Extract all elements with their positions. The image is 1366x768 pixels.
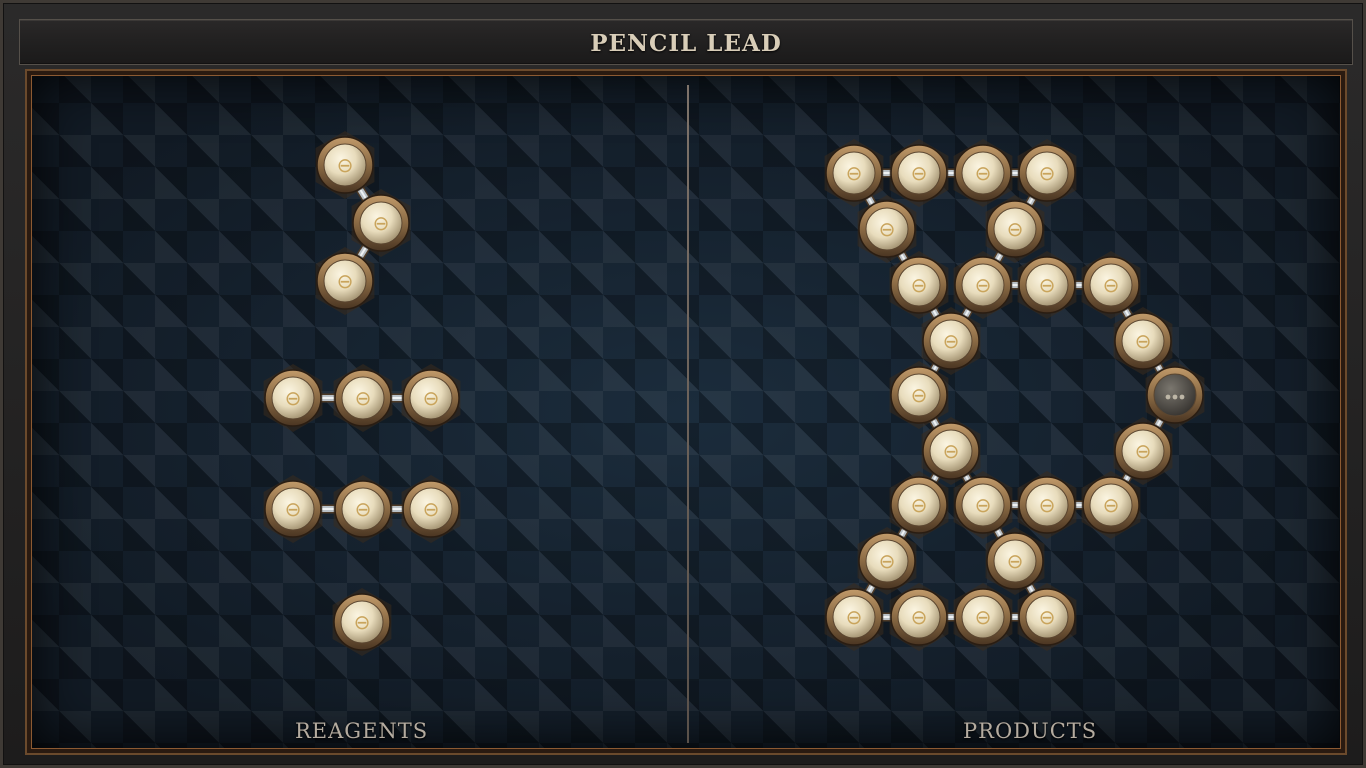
product-atom[interactable]: ⊖	[1017, 251, 1077, 319]
reagent-atom[interactable]: ⊖	[351, 189, 411, 257]
electron-glyph: ⊖	[911, 493, 928, 517]
panel-divider	[687, 85, 689, 743]
title-bar: PENCIL LEAD	[19, 19, 1353, 65]
reagents-label: REAGENTS	[295, 719, 429, 743]
reagent-atom[interactable]: ⊖	[401, 475, 461, 543]
electron-glyph: ⊖	[1103, 493, 1120, 517]
reagent-atom[interactable]: ⊖	[315, 247, 375, 315]
electron-glyph: ⊖	[975, 605, 992, 629]
electron-glyph: ⊖	[337, 269, 354, 293]
puzzle-board: ⊖ ⊖ ⊖ ⊖ ⊖ ⊖ ⊖ ⊖ ⊖ ⊖ ⊖ ⊖ ⊖ ⊖ ⊖ ⊖ ⊖ ⊖ ⊖ ⊖ ⊖ ⊖ ⊖ ⊖ ⊖ ⊖ ⊖ ⊖ ⊖ ⊖ ⊖ ⊖ ⊖ ⊖ ⊖ REAG…	[25, 69, 1347, 755]
electron-glyph: ⊖	[846, 605, 863, 629]
electron-glyph: ⊖	[1103, 273, 1120, 297]
electron-glyph: ⊖	[1135, 439, 1152, 463]
product-atom[interactable]: ⊖	[857, 527, 917, 595]
electron-glyph: ⊖	[943, 439, 960, 463]
product-atom[interactable]: ⊖	[953, 251, 1013, 319]
electron-glyph: ⊖	[354, 610, 371, 634]
reagent-atom[interactable]: ⊖	[263, 475, 323, 543]
product-atom[interactable]: ⊖	[953, 471, 1013, 539]
electron-glyph: ⊖	[943, 329, 960, 353]
product-atom[interactable]: ⊖	[889, 361, 949, 429]
product-atom[interactable]: ⊖	[1081, 251, 1141, 319]
electron-glyph: ⊖	[1135, 329, 1152, 353]
reagent-atom[interactable]: ⊖	[315, 131, 375, 199]
electron-glyph: ⊖	[1039, 273, 1056, 297]
product-atom[interactable]: ⊖	[921, 307, 981, 375]
product-atom[interactable]: ⊖	[889, 139, 949, 207]
electron-glyph: ⊖	[879, 217, 896, 241]
reagent-atom[interactable]: ⊖	[333, 364, 393, 432]
product-atom[interactable]: ⊖	[824, 583, 884, 651]
reagent-atom[interactable]: ⊖	[401, 364, 461, 432]
product-atom[interactable]: ⊖	[953, 139, 1013, 207]
reagent-atom[interactable]: ⊖	[332, 588, 392, 656]
product-atom[interactable]: ⊖	[889, 471, 949, 539]
electron-glyph: ⊖	[337, 153, 354, 177]
electron-glyph: ⊖	[975, 493, 992, 517]
reagent-atom[interactable]: ⊖	[333, 475, 393, 543]
electron-glyph: ⊖	[911, 273, 928, 297]
product-atom[interactable]: ⊖	[1017, 139, 1077, 207]
electron-glyph: ⊖	[975, 273, 992, 297]
product-atom[interactable]: ⊖	[857, 195, 917, 263]
electron-glyph: ⊖	[879, 549, 896, 573]
reagent-atom[interactable]: ⊖	[263, 364, 323, 432]
electron-glyph: ⊖	[285, 386, 302, 410]
empty-atom-slot[interactable]	[1145, 361, 1205, 429]
electron-glyph: ⊖	[355, 386, 372, 410]
electron-glyph: ⊖	[1039, 161, 1056, 185]
electron-glyph: ⊖	[355, 497, 372, 521]
puzzle-title: PENCIL LEAD	[590, 30, 782, 57]
electron-glyph: ⊖	[911, 605, 928, 629]
electron-glyph: ⊖	[846, 161, 863, 185]
product-atom[interactable]: ⊖	[953, 583, 1013, 651]
product-atom[interactable]: ⊖	[985, 527, 1045, 595]
product-atom[interactable]: ⊖	[889, 583, 949, 651]
product-atom[interactable]: ⊖	[1017, 583, 1077, 651]
electron-glyph: ⊖	[1039, 605, 1056, 629]
product-atom[interactable]: ⊖	[985, 195, 1045, 263]
electron-glyph: ⊖	[911, 383, 928, 407]
electron-glyph: ⊖	[911, 161, 928, 185]
electron-glyph: ⊖	[373, 211, 390, 235]
products-label: PRODUCTS	[963, 719, 1098, 743]
electron-glyph: ⊖	[1039, 493, 1056, 517]
product-atom[interactable]: ⊖	[1113, 417, 1173, 485]
product-atom[interactable]: ⊖	[1081, 471, 1141, 539]
electron-glyph: ⊖	[423, 386, 440, 410]
product-atom[interactable]: ⊖	[1017, 471, 1077, 539]
electron-glyph: ⊖	[423, 497, 440, 521]
product-atom[interactable]: ⊖	[824, 139, 884, 207]
product-atom[interactable]: ⊖	[1113, 307, 1173, 375]
electron-glyph: ⊖	[1007, 549, 1024, 573]
product-atom[interactable]: ⊖	[889, 251, 949, 319]
product-atom[interactable]: ⊖	[921, 417, 981, 485]
game-window-frame: PENCIL LEAD ⊖ ⊖ ⊖ ⊖ ⊖ ⊖ ⊖ ⊖ ⊖ ⊖ ⊖ ⊖ ⊖ ⊖ ⊖ ⊖ ⊖ ⊖ ⊖ ⊖ ⊖ ⊖ ⊖ ⊖ ⊖ ⊖ ⊖ ⊖…	[0, 0, 1366, 768]
electron-glyph: ⊖	[285, 497, 302, 521]
electron-glyph: ⊖	[1007, 217, 1024, 241]
electron-glyph: ⊖	[975, 161, 992, 185]
